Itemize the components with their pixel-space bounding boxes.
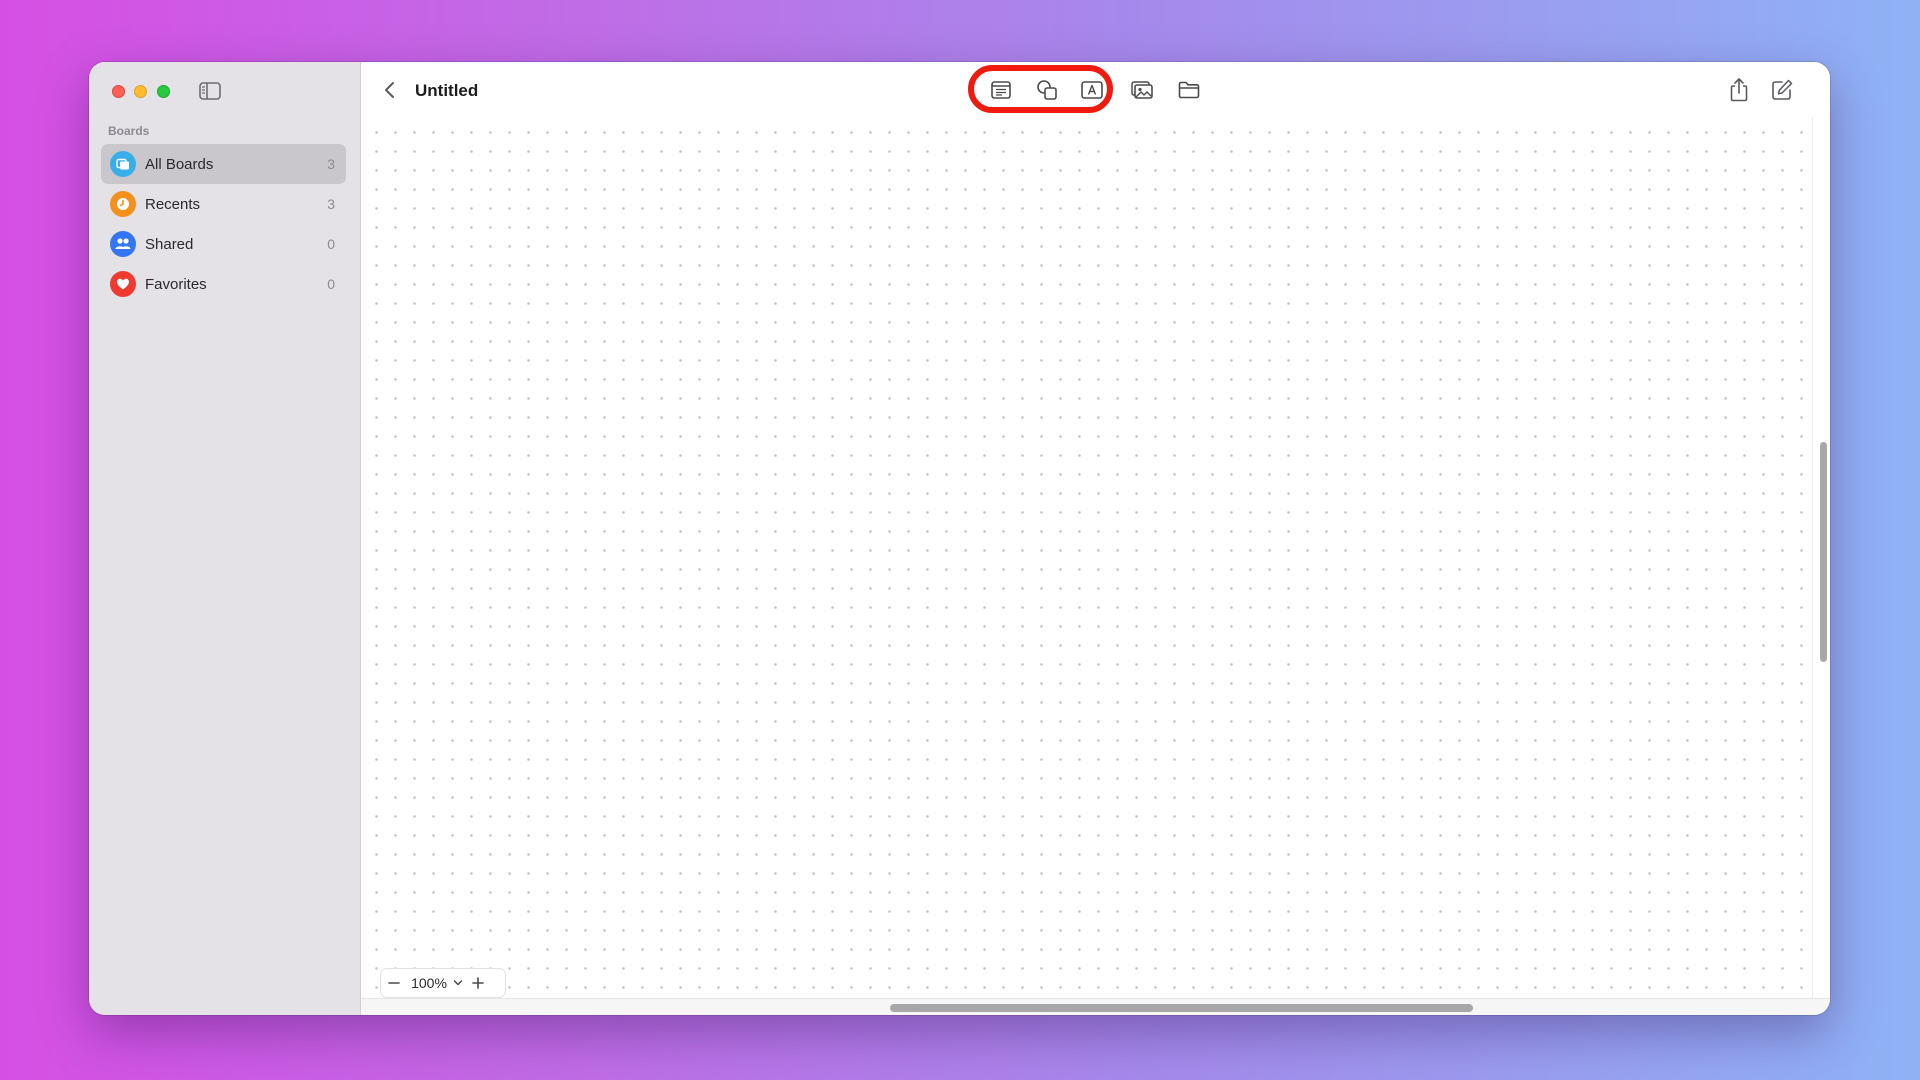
sidebar-toggle-icon[interactable]	[199, 82, 221, 100]
zoom-in-button[interactable]	[465, 969, 491, 997]
sidebar-item-count: 0	[327, 236, 335, 252]
back-button[interactable]	[379, 78, 401, 102]
sidebar-item-favorites[interactable]: Favorites 0	[101, 264, 346, 304]
sidebar-item-all-boards[interactable]: All Boards 3	[101, 144, 346, 184]
clock-icon	[110, 191, 136, 217]
new-board-icon[interactable]	[1769, 77, 1795, 103]
board-canvas[interactable]	[361, 117, 1813, 999]
horizontal-scrollbar[interactable]	[890, 1004, 1473, 1012]
zoom-window-button[interactable]	[157, 85, 170, 98]
zoom-out-button[interactable]	[381, 969, 407, 997]
board-title[interactable]: Untitled	[415, 81, 478, 101]
zoom-level[interactable]: 100%	[407, 975, 451, 991]
canvas-edge	[1812, 117, 1813, 999]
sidebar-item-count: 0	[327, 276, 335, 292]
sidebar-item-shared[interactable]: Shared 0	[101, 224, 346, 264]
sidebar-item-label: Recents	[145, 195, 201, 213]
sidebar-item-label: All Boards	[145, 155, 214, 173]
chevron-down-icon[interactable]	[451, 969, 465, 997]
boards-icon	[110, 151, 136, 177]
toolbar: Untitled	[361, 62, 1830, 117]
media-icon[interactable]	[1128, 77, 1156, 103]
main-area: Untitled 100%	[361, 62, 1830, 1015]
sidebar: Boards All Boards 3 Recents 3 Shared 0 F…	[89, 62, 361, 1015]
sidebar-item-count: 3	[327, 156, 335, 172]
people-icon	[110, 231, 136, 257]
sidebar-item-label: Favorites	[145, 275, 207, 293]
zoom-control: 100%	[380, 968, 506, 998]
sidebar-item-label: Shared	[145, 235, 194, 253]
close-window-button[interactable]	[112, 85, 125, 98]
vertical-scrollbar[interactable]	[1820, 442, 1827, 662]
sidebar-section-label: Boards	[108, 124, 150, 138]
sidebar-item-count: 3	[327, 196, 335, 212]
minimize-window-button[interactable]	[134, 85, 147, 98]
share-icon[interactable]	[1727, 76, 1751, 104]
heart-icon	[110, 271, 136, 297]
sidebar-item-recents[interactable]: Recents 3	[101, 184, 346, 224]
freeform-window: Boards All Boards 3 Recents 3 Shared 0 F…	[89, 62, 1830, 1015]
folder-icon[interactable]	[1175, 77, 1203, 103]
tool-highlight-annotation	[968, 65, 1113, 113]
